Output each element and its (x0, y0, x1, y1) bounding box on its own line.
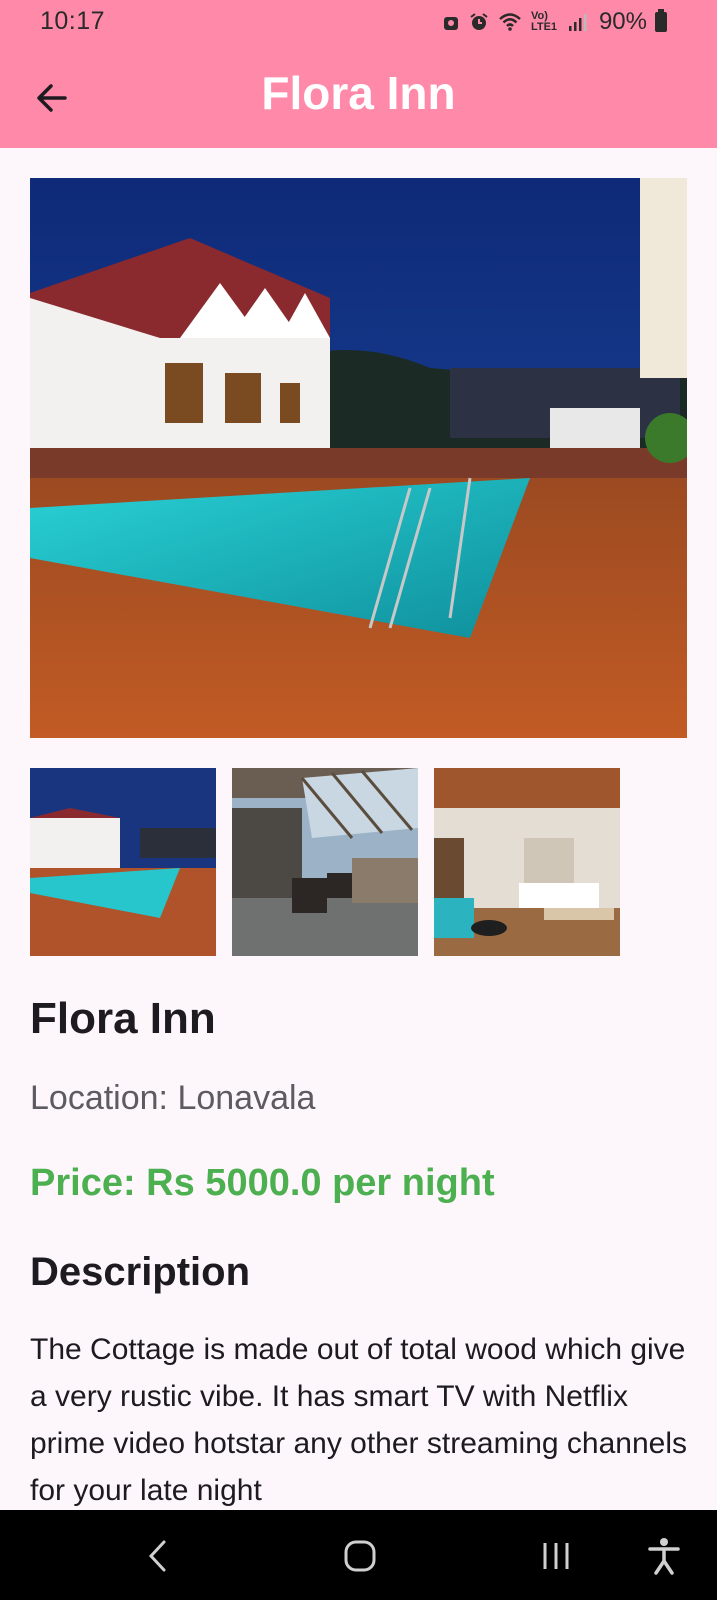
thumbnail-bedroom[interactable] (434, 768, 620, 956)
accessibility-icon (648, 1538, 680, 1575)
app-bar-title: Flora Inn (261, 67, 456, 119)
signal-icon (568, 14, 587, 31)
battery-icon (655, 9, 667, 32)
status-bar: 10:17 Vo) LTE1 90% (0, 0, 717, 44)
wifi-icon (499, 13, 521, 31)
alarm-icon (470, 13, 488, 30)
description-heading: Description (30, 1250, 251, 1294)
hotel-location: Location: Lonavala (30, 1079, 316, 1117)
network-type-label: Vo) LTE1 (530, 10, 558, 33)
recents-nav-button[interactable] (534, 1534, 578, 1578)
lock-notification-icon (443, 17, 458, 30)
status-icons: Vo) LTE1 90% (441, 8, 667, 35)
app-bar: Flora Inn (0, 44, 717, 148)
system-nav-bar (0, 1510, 717, 1600)
recents-nav-icon (543, 1543, 569, 1569)
hotel-name: Flora Inn (30, 994, 216, 1043)
thumbnail-balcony[interactable] (232, 768, 418, 956)
thumbnail-gallery (30, 768, 620, 956)
home-nav-icon (344, 1540, 376, 1572)
status-time: 10:17 (40, 7, 106, 35)
thumbnail-pool[interactable] (30, 768, 216, 956)
back-nav-icon (148, 1540, 166, 1572)
back-nav-button[interactable] (136, 1534, 180, 1578)
description-text: The Cottage is made out of total wood wh… (30, 1333, 688, 1506)
accessibility-button[interactable] (642, 1534, 686, 1578)
hotel-price: Price: Rs 5000.0 per night (30, 1162, 495, 1204)
main-hotel-image[interactable] (30, 178, 687, 738)
home-nav-button[interactable] (338, 1534, 382, 1578)
battery-percent: 90% (598, 8, 647, 35)
app-screen: 10:17 Vo) LTE1 90% Flora Inn Flora Inn L… (0, 0, 717, 1600)
